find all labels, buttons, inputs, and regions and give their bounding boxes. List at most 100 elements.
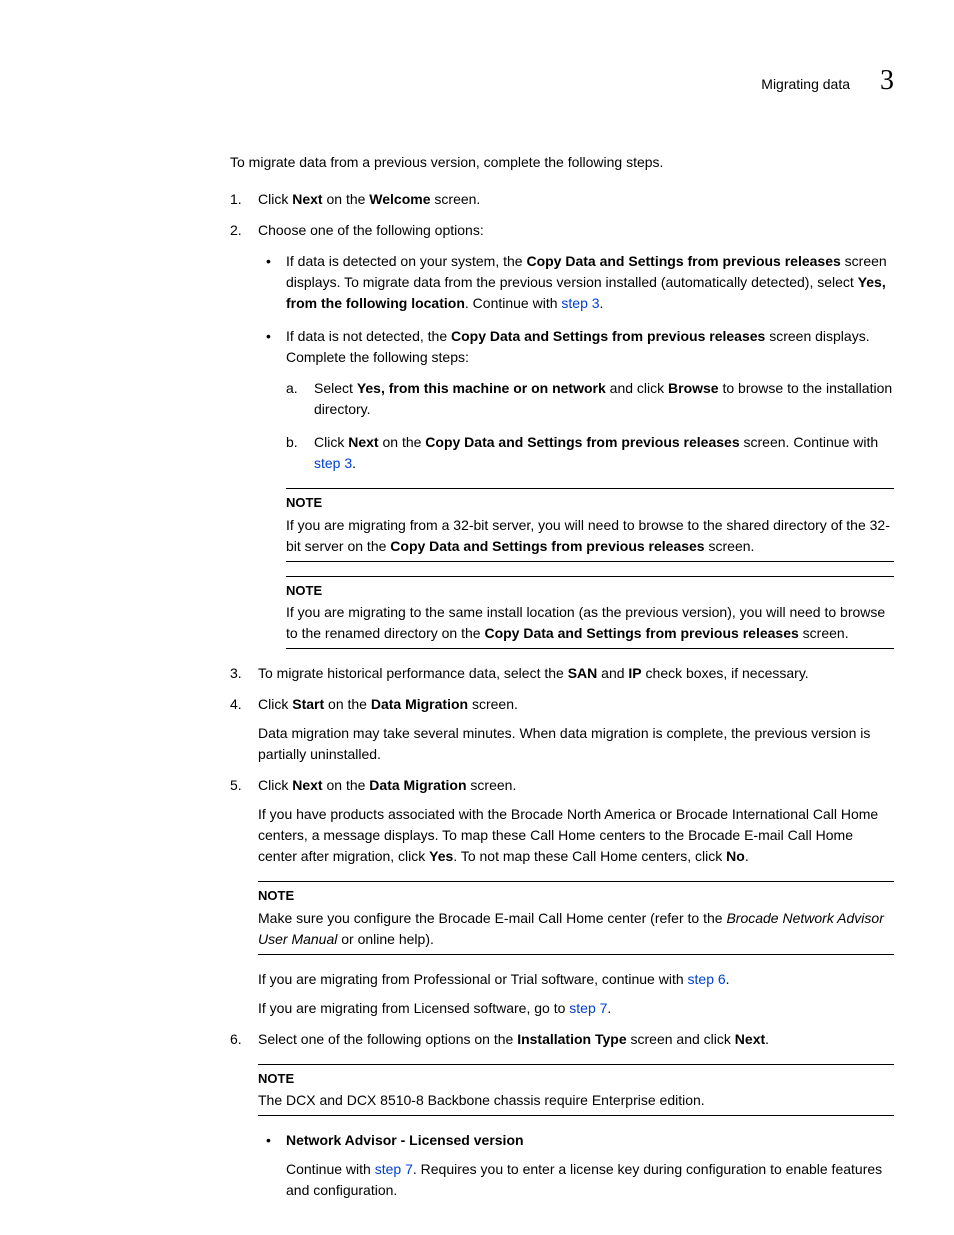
step-3: 3. To migrate historical performance dat… <box>230 663 894 684</box>
steps-list: 1. Click Next on the Welcome screen. 2. … <box>230 189 894 1201</box>
intro-text: To migrate data from a previous version,… <box>230 152 894 173</box>
note-text: If you are migrating from a 32-bit serve… <box>286 515 894 557</box>
substep-b: b. Click Next on the Copy Data and Setti… <box>286 432 894 474</box>
text: or online help). <box>337 931 434 947</box>
note-block: NOTE If you are migrating from a 32-bit … <box>286 488 894 562</box>
text: If you are migrating from Licensed softw… <box>258 1000 569 1016</box>
bold: Installation Type <box>517 1031 626 1047</box>
bold: Copy Data and Settings from previous rel… <box>451 328 765 344</box>
step-number: 6. <box>230 1029 242 1050</box>
link-step3[interactable]: step 3 <box>561 295 599 311</box>
page-header: Migrating data 3 <box>60 60 894 102</box>
paragraph: If you have products associated with the… <box>258 804 894 867</box>
bold: Browse <box>668 380 719 396</box>
text: Click <box>314 434 348 450</box>
text: Continue with <box>286 1161 375 1177</box>
bold: No <box>726 848 745 864</box>
link-step3[interactable]: step 3 <box>314 455 352 471</box>
text: screen. <box>799 625 849 641</box>
text: . <box>600 295 604 311</box>
bullet-item: If data is detected on your system, the … <box>258 251 894 314</box>
note-title: NOTE <box>286 581 894 601</box>
text: screen. <box>705 538 755 554</box>
alpha: a. <box>286 378 298 399</box>
step-1: 1. Click Next on the Welcome screen. <box>230 189 894 210</box>
bold: Start <box>292 696 324 712</box>
bold: Next <box>348 434 378 450</box>
link-step6[interactable]: step 6 <box>688 971 726 987</box>
text: . Continue with <box>465 295 562 311</box>
text: . <box>352 455 356 471</box>
note-block: NOTE Make sure you configure the Brocade… <box>258 881 894 955</box>
text: . To not map these Call Home centers, cl… <box>453 848 726 864</box>
paragraph: If you are migrating from Professional o… <box>258 969 894 990</box>
bold: Next <box>292 191 322 207</box>
content: To migrate data from a previous version,… <box>60 152 894 1201</box>
text: . <box>607 1000 611 1016</box>
note-title: NOTE <box>258 886 894 906</box>
step-2: 2. Choose one of the following options: … <box>230 220 894 649</box>
bullet-item: Network Advisor - Licensed version Conti… <box>258 1130 894 1201</box>
step2-bullets: If data is detected on your system, the … <box>258 251 894 474</box>
text: screen. Continue with <box>740 434 879 450</box>
text: screen. <box>467 777 517 793</box>
step-number: 3. <box>230 663 242 684</box>
alpha: b. <box>286 432 298 453</box>
text: on the <box>323 191 370 207</box>
paragraph: Continue with step 7. Requires you to en… <box>286 1159 894 1201</box>
text: Make sure you configure the Brocade E-ma… <box>258 910 726 926</box>
text: . <box>765 1031 769 1047</box>
bold: Copy Data and Settings from previous rel… <box>390 538 704 554</box>
bullet-item: If data is not detected, the Copy Data a… <box>258 326 894 474</box>
text: on the <box>379 434 426 450</box>
text: Click <box>258 191 292 207</box>
step-6: 6. Select one of the following options o… <box>230 1029 894 1202</box>
text: check boxes, if necessary. <box>642 665 809 681</box>
bold: Next <box>292 777 322 793</box>
text: If data is not detected, the <box>286 328 451 344</box>
text: on the <box>324 696 371 712</box>
text: Select <box>314 380 357 396</box>
text: Choose one of the following options: <box>258 222 484 238</box>
note-title: NOTE <box>286 493 894 513</box>
text: . <box>745 848 749 864</box>
text: Click <box>258 777 292 793</box>
step-number: 5. <box>230 775 242 796</box>
text: Click <box>258 696 292 712</box>
bold: Copy Data and Settings from previous rel… <box>484 625 798 641</box>
bold: Copy Data and Settings from previous rel… <box>526 253 840 269</box>
paragraph: Data migration may take several minutes.… <box>258 723 894 765</box>
note-text: If you are migrating to the same install… <box>286 602 894 644</box>
bold: Copy Data and Settings from previous rel… <box>425 434 739 450</box>
bold: IP <box>628 665 641 681</box>
text: and <box>597 665 628 681</box>
bold: Yes, from this machine or on network <box>357 380 606 396</box>
text: . <box>726 971 730 987</box>
bold: Next <box>735 1031 765 1047</box>
text: and click <box>606 380 668 396</box>
bold: Data Migration <box>371 696 468 712</box>
substep-a: a. Select Yes, from this machine or on n… <box>286 378 894 420</box>
text: on the <box>323 777 370 793</box>
text: screen and click <box>627 1031 735 1047</box>
step-4: 4. Click Start on the Data Migration scr… <box>230 694 894 765</box>
note-block: NOTE If you are migrating to the same in… <box>286 576 894 650</box>
step-number: 2. <box>230 220 242 241</box>
note-text: The DCX and DCX 8510-8 Backbone chassis … <box>258 1090 894 1111</box>
bold: Yes <box>429 848 453 864</box>
step-number: 1. <box>230 189 242 210</box>
text: To migrate historical performance data, … <box>258 665 568 681</box>
link-step7[interactable]: step 7 <box>569 1000 607 1016</box>
bullet-title: Network Advisor - Licensed version <box>286 1132 524 1148</box>
text: If you are migrating from Professional o… <box>258 971 688 987</box>
link-step7[interactable]: step 7 <box>375 1161 413 1177</box>
text: If data is detected on your system, the <box>286 253 526 269</box>
note-title: NOTE <box>258 1069 894 1089</box>
paragraph: If you are migrating from Licensed softw… <box>258 998 894 1019</box>
bold: SAN <box>568 665 598 681</box>
page: Migrating data 3 To migrate data from a … <box>0 0 954 1235</box>
note-block: NOTE The DCX and DCX 8510-8 Backbone cha… <box>258 1064 894 1117</box>
header-title: Migrating data <box>761 74 850 95</box>
step-number: 4. <box>230 694 242 715</box>
sub-steps: a. Select Yes, from this machine or on n… <box>286 378 894 474</box>
